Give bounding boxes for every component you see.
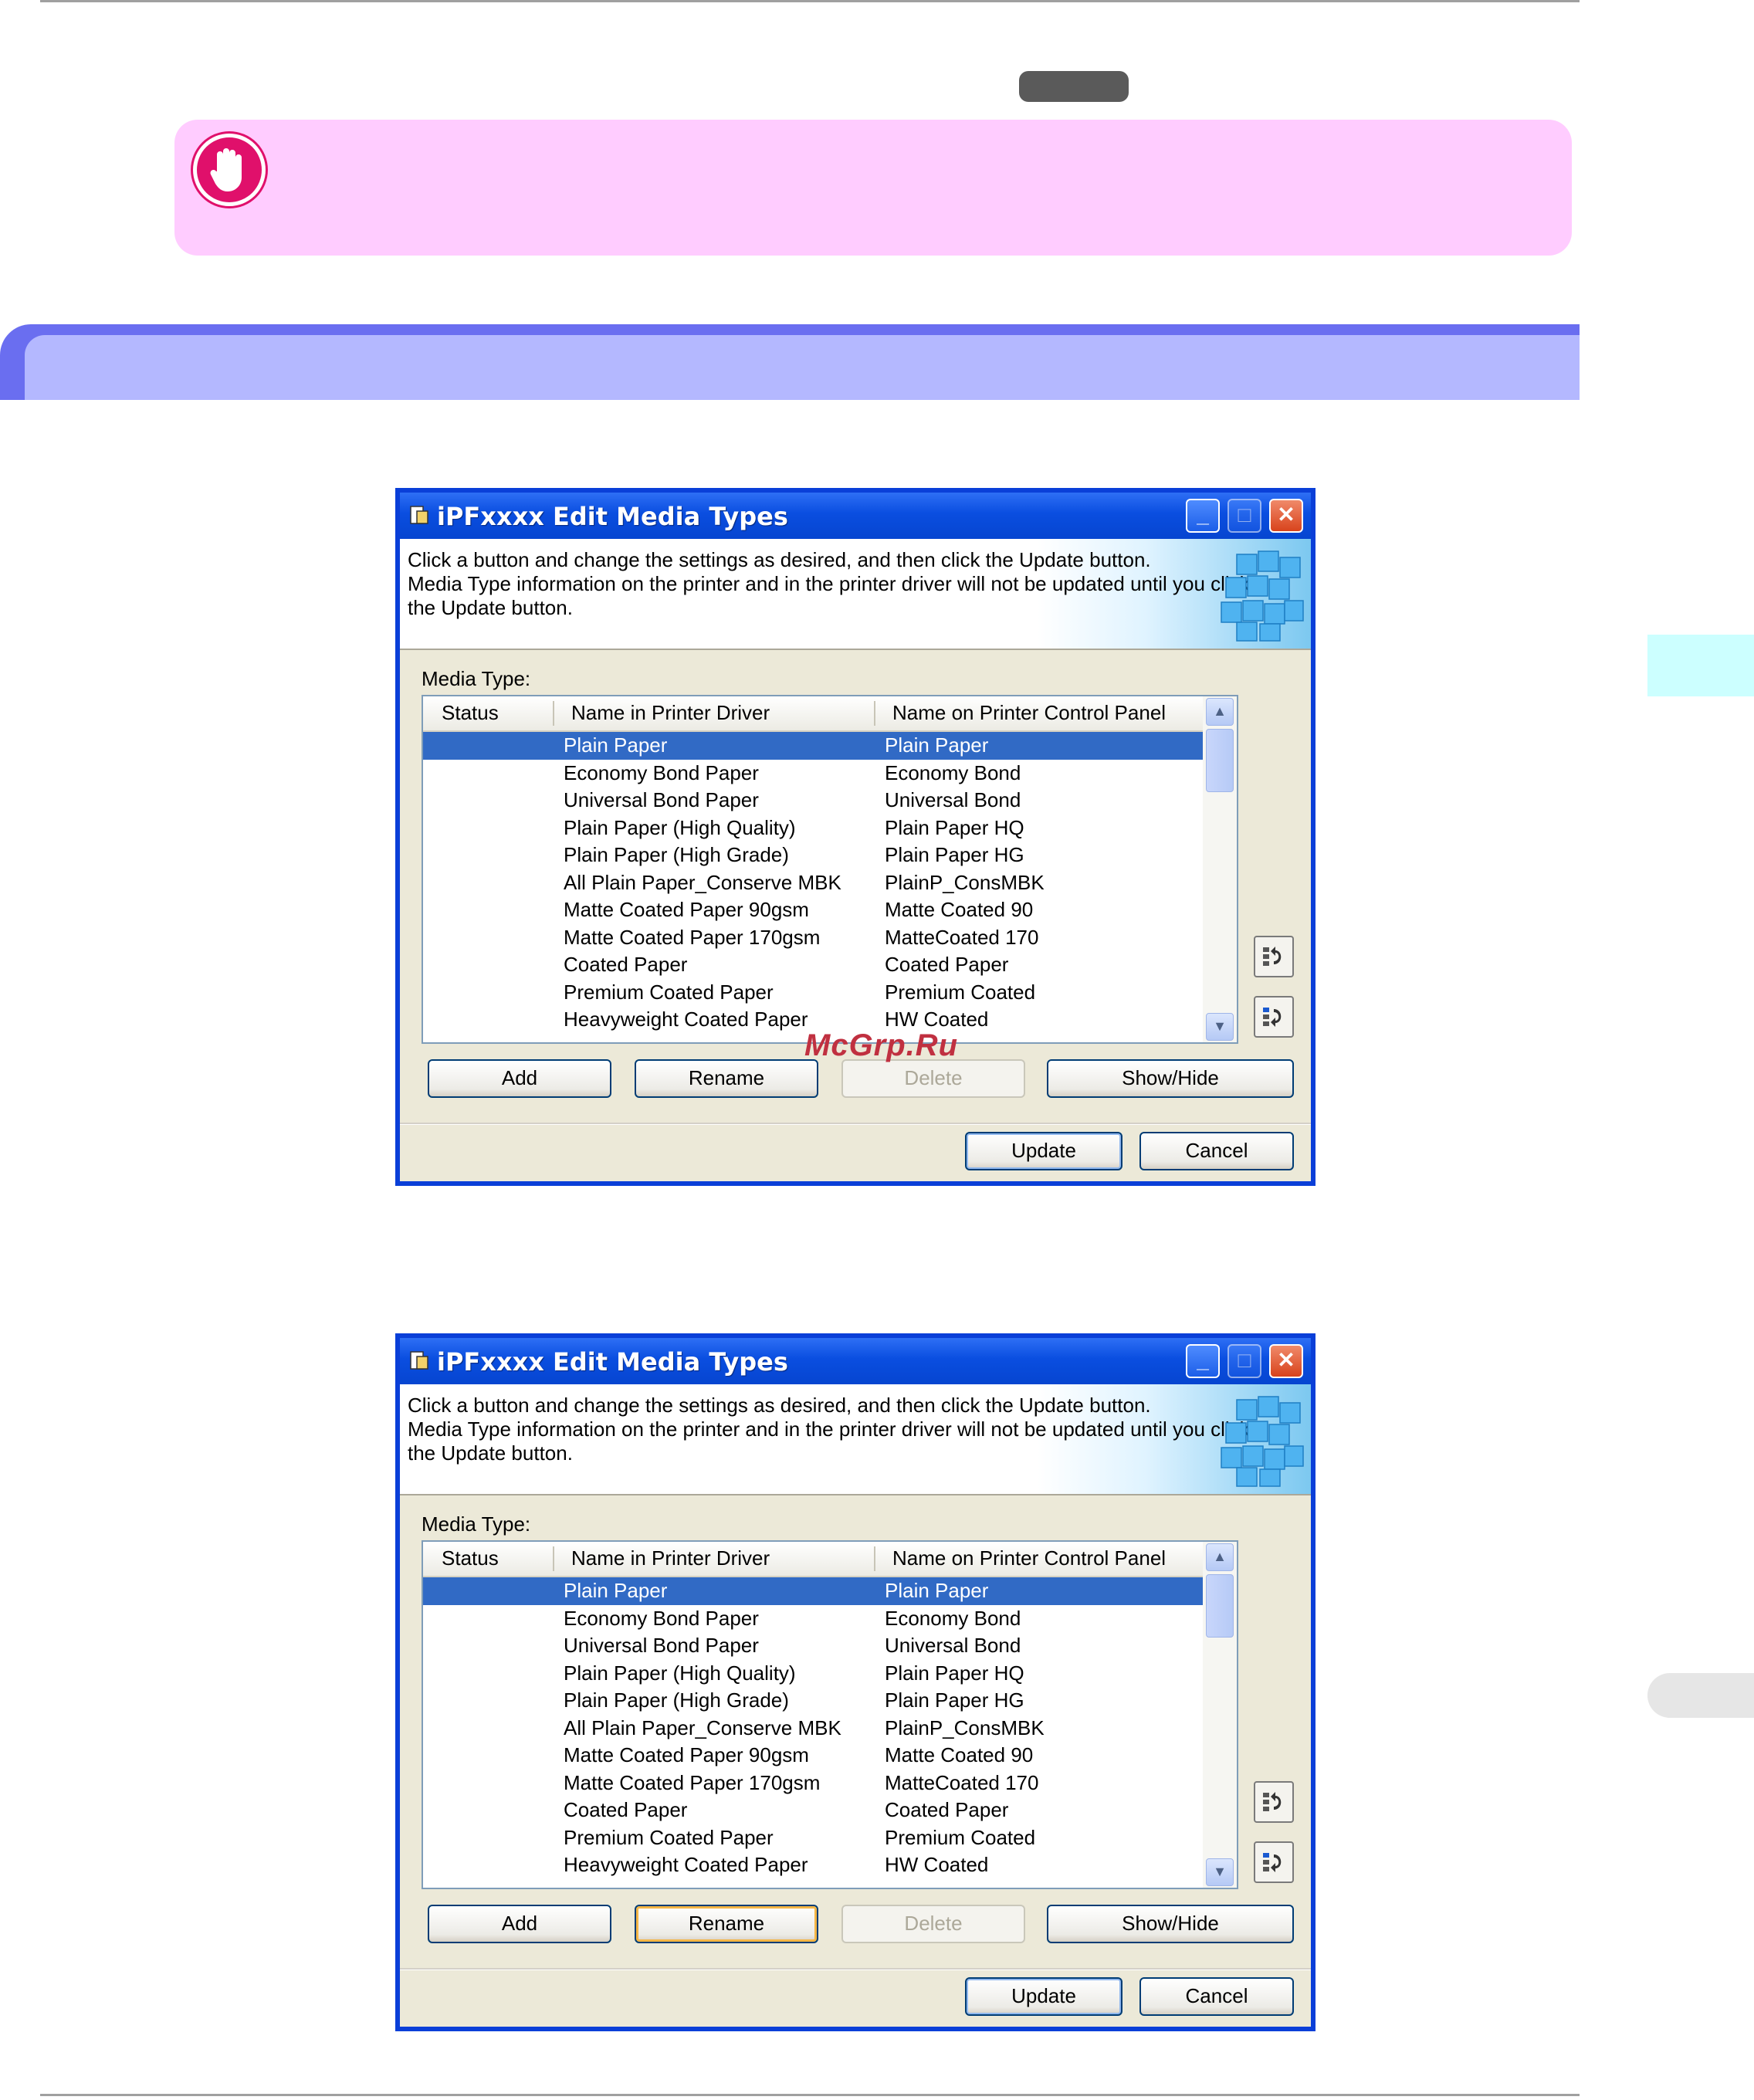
column-panel-name[interactable]: Name on Printer Control Panel [892, 1546, 1166, 1570]
column-status[interactable]: Status [442, 1546, 499, 1570]
move-up-button[interactable] [1254, 1781, 1294, 1823]
rename-button[interactable]: Rename [635, 1059, 818, 1098]
list-item[interactable]: Plain Paper Plain Paper [423, 1577, 1203, 1605]
delete-button[interactable]: Delete [841, 1059, 1025, 1098]
move-down-icon [1263, 1853, 1282, 1872]
instruction-banner: Click a button and change the settings a… [400, 1384, 1311, 1495]
bottom-rule [40, 2094, 1580, 2096]
scroll-up-icon[interactable]: ▲ [1206, 1543, 1234, 1571]
scroll-thumb[interactable] [1206, 729, 1234, 792]
add-button[interactable]: Add [428, 1059, 611, 1098]
printer-app-icon [410, 1351, 428, 1370]
list-item[interactable]: Matte Coated Paper 170gsm MatteCoated 170 [423, 924, 1203, 952]
list-item[interactable]: Heavyweight Coated Paper HW Coated [423, 1851, 1203, 1879]
move-up-button[interactable] [1254, 936, 1294, 977]
watermark-text: McGrp.Ru [804, 1028, 959, 1062]
media-stack-illustration-icon [1221, 1396, 1304, 1487]
section-header-bar [0, 324, 1580, 400]
list-item[interactable]: Universal Bond Paper Universal Bond [423, 787, 1203, 815]
instruction-banner: Click a button and change the settings a… [400, 539, 1311, 650]
show-hide-button[interactable]: Show/Hide [1047, 1059, 1294, 1098]
list-item[interactable]: Coated Paper Coated Paper [423, 951, 1203, 979]
list-item[interactable]: Economy Bond Paper Economy Bond [423, 1605, 1203, 1633]
vertical-scrollbar[interactable]: ▲ ▼ [1203, 1542, 1237, 1888]
top-rule [40, 0, 1580, 2]
list-header: Status Name in Printer Driver Name on Pr… [423, 696, 1203, 733]
media-stack-illustration-icon [1221, 550, 1304, 642]
button-divider [400, 1968, 1311, 1970]
close-button[interactable]: ✕ [1269, 1344, 1303, 1378]
instruction-text: Click a button and change the settings a… [408, 548, 1250, 619]
update-button[interactable]: Update [965, 1132, 1122, 1170]
add-button[interactable]: Add [428, 1905, 611, 1943]
list-item[interactable]: Matte Coated Paper 170gsm MatteCoated 170 [423, 1770, 1203, 1797]
list-item[interactable]: Plain Paper (High Quality) Plain Paper HQ [423, 1660, 1203, 1688]
cancel-button[interactable]: Cancel [1139, 1132, 1294, 1170]
list-item[interactable]: Plain Paper (High Quality) Plain Paper HQ [423, 815, 1203, 842]
show-hide-button[interactable]: Show/Hide [1047, 1905, 1294, 1943]
vertical-scrollbar[interactable]: ▲ ▼ [1203, 696, 1237, 1042]
maximize-button[interactable]: □ [1227, 499, 1261, 533]
column-status[interactable]: Status [442, 701, 499, 725]
maximize-button[interactable]: □ [1227, 1344, 1261, 1378]
list-item[interactable]: Coated Paper Coated Paper [423, 1797, 1203, 1824]
media-type-label: Media Type: [422, 667, 531, 690]
list-item[interactable]: Premium Coated Paper Premium Coated [423, 1824, 1203, 1852]
hand-stop-icon [193, 134, 266, 206]
column-panel-name[interactable]: Name on Printer Control Panel [892, 701, 1166, 725]
column-driver-name[interactable]: Name in Printer Driver [571, 1546, 770, 1570]
list-header: Status Name in Printer Driver Name on Pr… [423, 1542, 1203, 1578]
chapter-side-tab [1647, 635, 1754, 696]
list-item[interactable]: All Plain Paper_Conserve MBK PlainP_ConsM… [423, 869, 1203, 897]
list-item[interactable]: Premium Coated Paper Premium Coated [423, 979, 1203, 1007]
close-button[interactable]: ✕ [1269, 499, 1303, 533]
scroll-down-icon[interactable]: ▼ [1206, 1013, 1234, 1041]
list-item[interactable]: Matte Coated Paper 90gsm Matte Coated 90 [423, 896, 1203, 924]
key-badge [1019, 71, 1129, 102]
list-item[interactable]: Plain Paper (High Grade) Plain Paper HG [423, 842, 1203, 869]
column-driver-name[interactable]: Name in Printer Driver [571, 701, 770, 725]
scroll-up-icon[interactable]: ▲ [1206, 698, 1234, 726]
dialog-title: iPFxxxx Edit Media Types [437, 1347, 788, 1377]
list-item[interactable]: Plain Paper (High Grade) Plain Paper HG [423, 1687, 1203, 1715]
list-item[interactable]: Universal Bond Paper Universal Bond [423, 1632, 1203, 1660]
edit-media-types-dialog: iPFxxxx Edit Media Types _ □ ✕ Click a b… [395, 488, 1316, 1186]
index-side-tab [1647, 1673, 1754, 1718]
delete-button[interactable]: Delete [841, 1905, 1025, 1943]
move-up-icon [1263, 1792, 1282, 1811]
update-button[interactable]: Update [965, 1977, 1122, 2016]
media-type-list[interactable]: Status Name in Printer Driver Name on Pr… [422, 695, 1238, 1044]
minimize-button[interactable]: _ [1186, 499, 1220, 533]
move-down-button[interactable] [1254, 1841, 1294, 1883]
button-divider [400, 1123, 1311, 1125]
media-type-label: Media Type: [422, 1512, 531, 1536]
instruction-text: Click a button and change the settings a… [408, 1394, 1250, 1465]
list-item[interactable]: All Plain Paper_Conserve MBK PlainP_ConsM… [423, 1715, 1203, 1743]
list-item[interactable]: Plain Paper Plain Paper [423, 732, 1203, 760]
move-down-icon [1263, 1008, 1282, 1027]
important-note-box [174, 120, 1572, 256]
printer-app-icon [410, 506, 428, 524]
scroll-down-icon[interactable]: ▼ [1206, 1858, 1234, 1886]
media-type-list[interactable]: Status Name in Printer Driver Name on Pr… [422, 1540, 1238, 1889]
minimize-button[interactable]: _ [1186, 1344, 1220, 1378]
list-item[interactable]: Matte Coated Paper 90gsm Matte Coated 90 [423, 1742, 1203, 1770]
rename-button[interactable]: Rename [635, 1905, 818, 1943]
dialog-title: iPFxxxx Edit Media Types [437, 502, 788, 531]
list-item[interactable]: Economy Bond Paper Economy Bond [423, 760, 1203, 788]
cancel-button[interactable]: Cancel [1139, 1977, 1294, 2016]
title-bar[interactable]: iPFxxxx Edit Media Types _ □ ✕ [400, 493, 1311, 539]
title-bar[interactable]: iPFxxxx Edit Media Types _ □ ✕ [400, 1338, 1311, 1384]
move-down-button[interactable] [1254, 996, 1294, 1038]
edit-media-types-dialog-rename-focused: iPFxxxx Edit Media Types _ □ ✕ Click a b… [395, 1333, 1316, 2031]
scroll-thumb[interactable] [1206, 1574, 1234, 1638]
move-up-icon [1263, 947, 1282, 966]
